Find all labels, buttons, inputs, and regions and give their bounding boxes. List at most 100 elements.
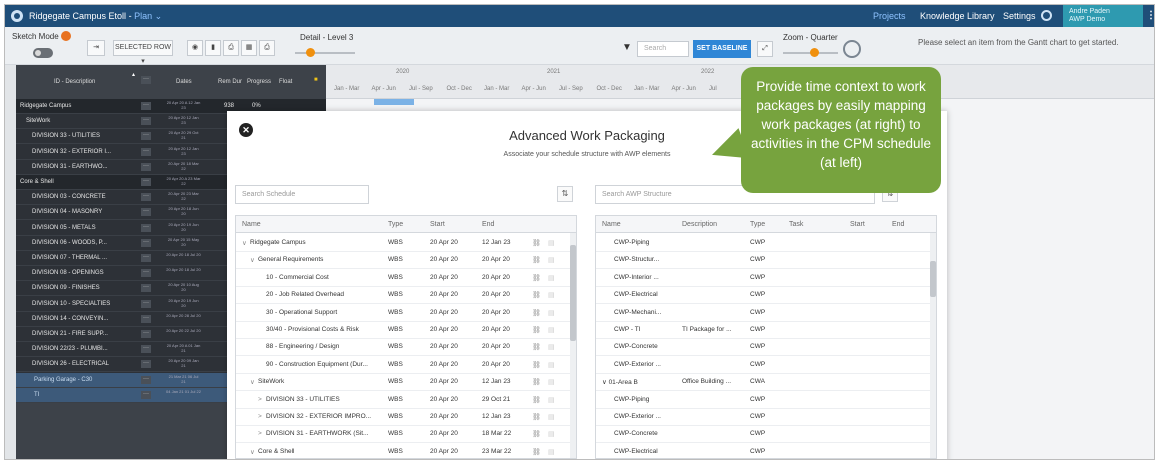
collapse-icon[interactable]: ▴	[132, 71, 135, 78]
col-name[interactable]: Name	[602, 221, 621, 228]
link-icon[interactable]: ⛓	[532, 256, 541, 264]
awp-row[interactable]: CWP-Concrete CWP	[596, 337, 936, 357]
details-icon[interactable]: ▤	[548, 396, 555, 404]
col-rem-dur[interactable]: Rem Dur	[218, 79, 242, 85]
link-icon[interactable]: ⛓	[532, 396, 541, 404]
col-start[interactable]: Start	[430, 221, 445, 228]
row-menu-icon[interactable]: ···	[141, 345, 151, 354]
awp-row[interactable]: CWP-Piping CWP	[596, 233, 936, 252]
row-menu-icon[interactable]: ···	[141, 178, 151, 186]
more-menu-icon[interactable]: ⋮	[1146, 10, 1154, 21]
link-icon[interactable]: ⛓	[532, 239, 541, 247]
flag-icon[interactable]: ■	[314, 77, 318, 83]
col-name[interactable]: Name	[242, 221, 261, 228]
link-icon[interactable]: ⛓	[532, 274, 541, 282]
detail-slider-track[interactable]	[295, 52, 355, 54]
row-menu-icon[interactable]: ···	[141, 360, 151, 369]
user-account[interactable]: Andre Paden AWP Demo	[1063, 5, 1143, 27]
awp-row[interactable]: CWP-Concrete CWP	[596, 424, 936, 444]
sketch-mode-toggle[interactable]	[33, 48, 53, 58]
awp-row[interactable]: CWP-Electrical CWP	[596, 285, 936, 305]
schedule-row[interactable]: ∨ Ridgegate Campus WBS 20 Apr 20 12 Jan 23 ⛓ ▤	[236, 233, 576, 252]
schedule-row[interactable]: > DIVISION 32 - EXTERIOR IMPRO... WBS 20 Ap…	[236, 407, 576, 426]
details-icon[interactable]: ▤	[548, 361, 555, 369]
calendar-icon[interactable]: ▦	[241, 40, 257, 56]
expand-icon[interactable]: ⤢	[757, 41, 773, 57]
row-menu-icon[interactable]: ···	[141, 284, 151, 293]
link-icon[interactable]: ⛓	[532, 448, 541, 456]
globe-icon[interactable]	[843, 40, 861, 58]
awp-row[interactable]: CWP-Piping CWP	[596, 390, 936, 409]
chevron-down-icon[interactable]: ∨	[250, 256, 255, 264]
col-float[interactable]: Float	[279, 79, 292, 85]
link-icon[interactable]: ⛓	[532, 430, 541, 438]
awp-row[interactable]: CWP-Exterior ... CWP	[596, 407, 936, 426]
col-end[interactable]: End	[482, 221, 494, 228]
print-alt-icon[interactable]: ⎙	[259, 40, 275, 56]
row-menu-icon[interactable]: ···	[141, 147, 151, 156]
awp-row[interactable]: CWP-Structur... CWP	[596, 250, 936, 270]
link-icon[interactable]: ⛓	[532, 378, 541, 386]
col-progress[interactable]: Progress	[247, 79, 271, 85]
row-menu-icon[interactable]: ···	[141, 223, 151, 232]
search-schedule-input[interactable]: Search Schedule	[235, 185, 369, 204]
details-icon[interactable]: ▤	[548, 256, 555, 264]
row-menu-icon[interactable]: ···	[141, 254, 151, 262]
col-dates[interactable]: Dates	[176, 79, 192, 85]
col-type[interactable]: Type	[750, 221, 765, 228]
schedule-row[interactable]: > DIVISION 31 - EARTHWORK (Sit... WBS 20 Ap…	[236, 424, 576, 444]
awp-row[interactable]: CWP-Exterior ... CWP	[596, 355, 936, 374]
row-menu-icon[interactable]: ···	[141, 238, 151, 247]
selected-row-dropdown[interactable]: SELECTED ROW ▾	[113, 40, 173, 65]
details-icon[interactable]: ▤	[548, 309, 555, 317]
details-icon[interactable]: ▤	[548, 343, 555, 351]
detail-slider-handle[interactable]	[306, 48, 315, 57]
schedule-row[interactable]: 30/40 - Provisional Costs & Risk WBS 20 Ap…	[236, 320, 576, 339]
column-menu-icon[interactable]: ···	[141, 76, 151, 84]
scrollbar-thumb[interactable]	[570, 245, 576, 341]
schedule-row[interactable]: 88 - Engineering / Design WBS 20 Apr 20 20 …	[236, 337, 576, 357]
details-icon[interactable]: ▤	[548, 448, 555, 456]
col-start[interactable]: Start	[850, 221, 865, 228]
awp-row[interactable]: CWP - TI TI Package for ... CWP	[596, 320, 936, 339]
zoom-slider-handle[interactable]	[810, 48, 819, 57]
chevron-down-icon[interactable]: ∨	[242, 239, 247, 247]
filter-icon[interactable]: ▼	[622, 42, 632, 53]
row-menu-icon[interactable]: ···	[141, 375, 151, 384]
schedule-scrollbar[interactable]	[570, 233, 576, 458]
col-end[interactable]: End	[892, 221, 904, 228]
details-icon[interactable]: ▤	[548, 326, 555, 334]
details-icon[interactable]: ▤	[548, 378, 555, 386]
row-menu-icon[interactable]: ···	[141, 193, 151, 202]
awp-row[interactable]: CWP-Interior ... CWP	[596, 268, 936, 287]
row-menu-icon[interactable]: ···	[141, 117, 151, 126]
schedule-row[interactable]: ∨ General Requirements WBS 20 Apr 20 20 Apr …	[236, 250, 576, 270]
col-description[interactable]: Description	[682, 221, 717, 228]
nav-settings[interactable]: Settings	[1003, 11, 1036, 21]
chart-icon[interactable]: ▮	[205, 40, 221, 56]
awp-row[interactable]: CWP-Mechani... CWP	[596, 303, 936, 322]
chevron-right-icon[interactable]: >	[258, 413, 262, 420]
nav-projects[interactable]: Projects	[873, 11, 906, 21]
search-input[interactable]: Search	[637, 41, 689, 57]
link-icon[interactable]: ⛓	[532, 413, 541, 421]
link-icon[interactable]: ⛓	[532, 326, 541, 334]
schedule-row[interactable]: 20 - Job Related Overhead WBS 20 Apr 20 20 …	[236, 285, 576, 305]
schedule-row[interactable]: ∨ Core & Shell WBS 20 Apr 20 23 Mar 22 ⛓ ▤	[236, 442, 576, 458]
chevron-down-icon[interactable]: ∨	[250, 448, 255, 456]
link-icon[interactable]: ⛓	[532, 361, 541, 369]
row-menu-icon[interactable]: ···	[141, 102, 151, 110]
row-menu-icon[interactable]: ···	[141, 132, 151, 141]
row-menu-icon[interactable]: ···	[141, 390, 151, 399]
schedule-row[interactable]: ∨ SiteWork WBS 20 Apr 20 12 Jan 23 ⛓ ▤	[236, 372, 576, 392]
details-icon[interactable]: ▤	[548, 413, 555, 421]
gantt-bar[interactable]	[374, 99, 414, 105]
settings-gear-icon[interactable]	[1041, 10, 1052, 21]
awp-row[interactable]: ∨ 01-Area B Office Building ... CWA	[596, 372, 936, 392]
col-id-description[interactable]: ID - Description	[54, 79, 95, 85]
row-menu-icon[interactable]: ···	[141, 299, 151, 308]
row-menu-icon[interactable]: ···	[141, 208, 151, 217]
link-icon[interactable]: ⛓	[532, 309, 541, 317]
chevron-down-icon[interactable]: ∨	[250, 378, 255, 386]
awp-row[interactable]: CWP-Electrical CWP	[596, 442, 936, 458]
